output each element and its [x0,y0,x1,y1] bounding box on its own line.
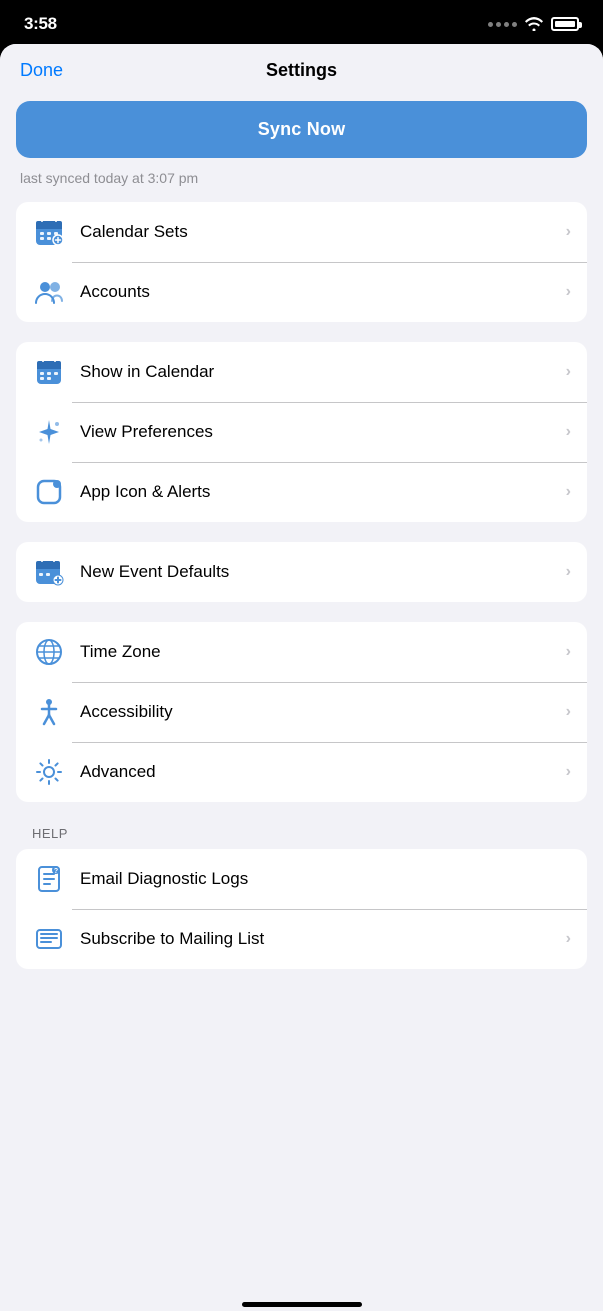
settings-group-help: ? Email Diagnostic Logs Subscribe to Mai… [16,849,587,969]
accounts-label: Accounts [80,282,566,302]
settings-row-accounts[interactable]: Accounts › [16,262,587,322]
settings-group-3: New Event Defaults › [16,542,587,602]
settings-card: Done Settings Sync Now last synced today… [0,44,603,1311]
app-icon-label: App Icon & Alerts [80,482,566,502]
settings-row-time-zone[interactable]: Time Zone › [16,622,587,682]
calendar-sets-label: Calendar Sets [80,222,566,242]
show-calendar-chevron: › [566,363,571,381]
settings-row-view-preferences[interactable]: View Preferences › [16,402,587,462]
home-indicator [0,1294,603,1311]
settings-group-4: Time Zone › Accessibility › [16,622,587,802]
settings-row-new-event[interactable]: New Event Defaults › [16,542,587,602]
time-zone-chevron: › [566,643,571,661]
done-button[interactable]: Done [20,60,63,81]
status-icons [488,17,579,31]
sync-status: last synced today at 3:07 pm [16,168,587,202]
advanced-chevron: › [566,763,571,781]
view-preferences-chevron: › [566,423,571,441]
globe-icon [32,635,66,669]
accessibility-chevron: › [566,703,571,721]
wifi-icon [525,17,543,31]
status-bar: 3:58 [0,0,603,44]
settings-row-email-diagnostic[interactable]: ? Email Diagnostic Logs [16,849,587,909]
status-time: 3:58 [24,14,57,34]
settings-group-1: Calendar Sets › Accounts › [16,202,587,322]
show-calendar-label: Show in Calendar [80,362,566,382]
settings-row-show-calendar[interactable]: Show in Calendar › [16,342,587,402]
settings-row-calendar-sets[interactable]: Calendar Sets › [16,202,587,262]
new-event-label: New Event Defaults [80,562,566,582]
app-icon-icon [32,475,66,509]
settings-row-app-icon[interactable]: App Icon & Alerts › [16,462,587,522]
home-bar [242,1302,362,1307]
svg-text:?: ? [54,868,58,875]
settings-group-2: Show in Calendar › View Preferences › [16,342,587,522]
settings-row-accessibility[interactable]: Accessibility › [16,682,587,742]
battery-icon [551,17,579,31]
accounts-chevron: › [566,283,571,301]
sparkle-icon [32,415,66,449]
settings-row-subscribe-mailing[interactable]: Subscribe to Mailing List › [16,909,587,969]
email-diagnostic-label: Email Diagnostic Logs [80,869,571,889]
settings-row-advanced[interactable]: Advanced › [16,742,587,802]
nav-bar: Done Settings [0,44,603,89]
show-calendar-icon [32,355,66,389]
advanced-label: Advanced [80,762,566,782]
new-event-chevron: › [566,563,571,581]
page-title: Settings [266,60,337,81]
accounts-icon [32,275,66,309]
scroll-content: Sync Now last synced today at 3:07 pm [0,89,603,1294]
accessibility-label: Accessibility [80,702,566,722]
accessibility-icon [32,695,66,729]
subscribe-mailing-chevron: › [566,930,571,948]
subscribe-mailing-label: Subscribe to Mailing List [80,929,566,949]
app-icon-chevron: › [566,483,571,501]
calendar-sets-icon [32,215,66,249]
mailing-icon [32,922,66,956]
sync-now-button[interactable]: Sync Now [16,101,587,158]
new-event-icon [32,555,66,589]
diagnostic-icon: ? [32,862,66,896]
gear-icon [32,755,66,789]
signal-icon [488,22,517,27]
help-section-header: HELP [16,826,587,849]
calendar-sets-chevron: › [566,223,571,241]
view-preferences-label: View Preferences [80,422,566,442]
time-zone-label: Time Zone [80,642,566,662]
